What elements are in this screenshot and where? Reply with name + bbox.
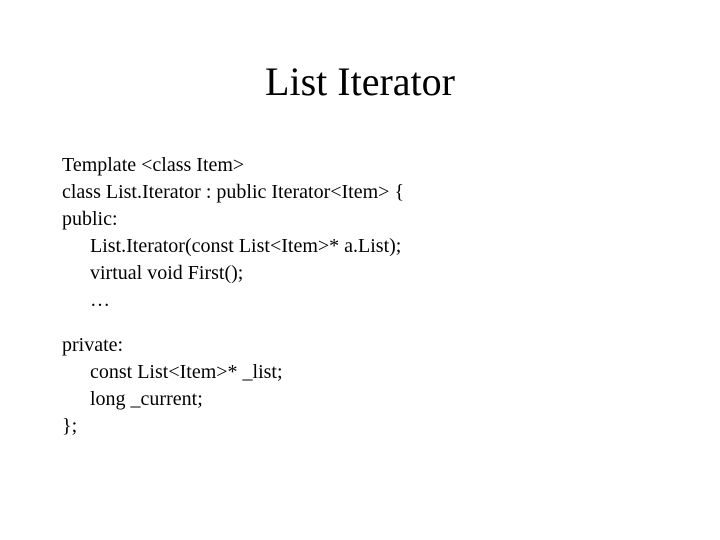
code-line: List.Iterator(const List<Item>* a.List); <box>62 233 662 260</box>
slide: List Iterator Template <class Item> clas… <box>0 0 720 540</box>
code-line: class List.Iterator : public Iterator<It… <box>62 179 662 206</box>
code-line: … <box>62 287 662 314</box>
code-line: public: <box>62 206 662 233</box>
code-line: Template <class Item> <box>62 152 662 179</box>
code-line: private: <box>62 332 662 359</box>
code-line: const List<Item>* _list; <box>62 359 662 386</box>
slide-title: List Iterator <box>0 58 720 105</box>
code-line: long _current; <box>62 386 662 413</box>
code-line: virtual void First(); <box>62 260 662 287</box>
code-line: }; <box>62 413 662 440</box>
slide-body: Template <class Item> class List.Iterato… <box>62 152 662 440</box>
